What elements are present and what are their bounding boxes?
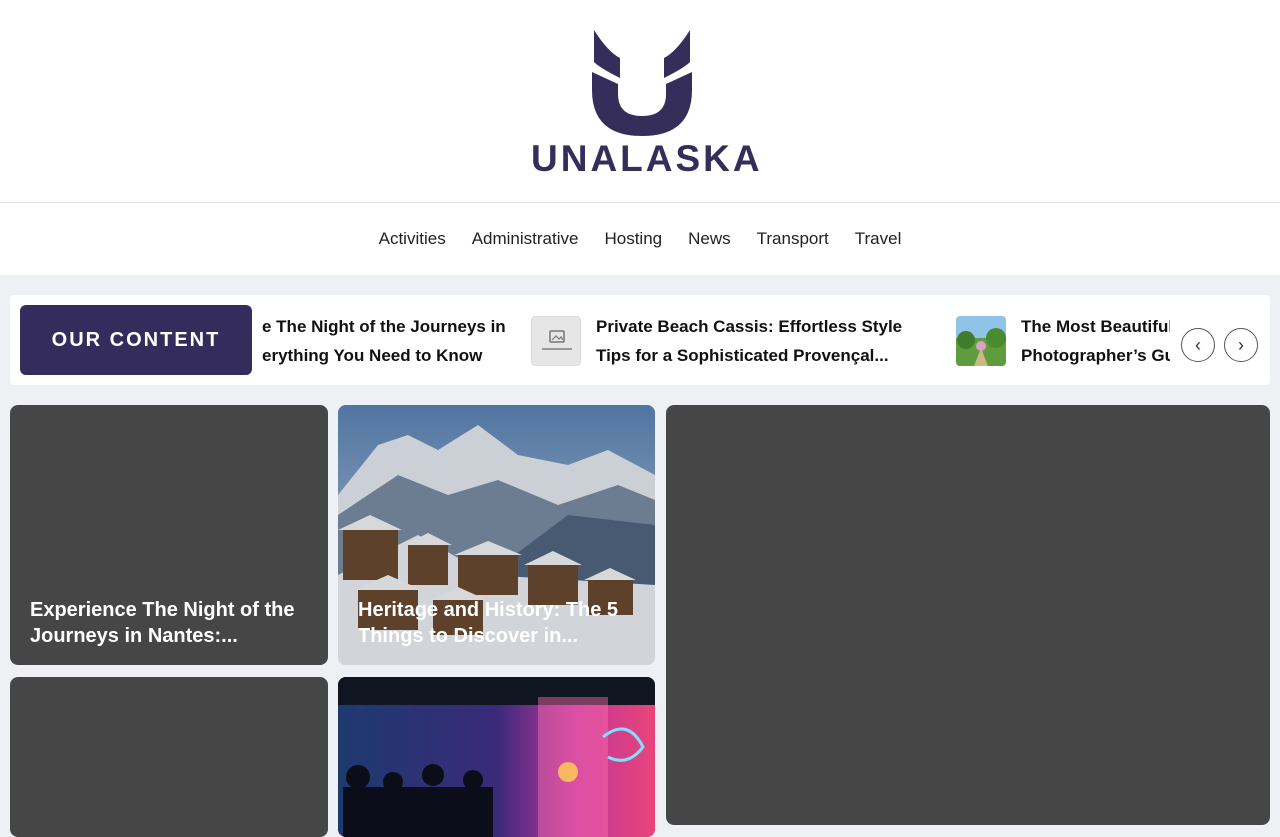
content-ticker: OUR CONTENT e The Night of the Journeys … xyxy=(10,295,1270,385)
article-card[interactable] xyxy=(338,677,655,837)
ticker-thumbnail[interactable] xyxy=(956,316,1006,366)
ticker-item-title[interactable]: Private Beach Cassis: Effortless Style T… xyxy=(596,312,916,370)
nav-item-news[interactable]: News xyxy=(688,229,731,249)
article-card-title[interactable]: Experience The Night of the Journeys in … xyxy=(30,597,308,649)
ticker-thumbnail[interactable] xyxy=(531,316,581,366)
logo-text: UNALASKA xyxy=(531,138,763,179)
article-card-title[interactable]: Heritage and History: The 5 Things to Di… xyxy=(358,597,635,649)
chevron-right-icon: › xyxy=(1238,334,1244,355)
ticker-item-title[interactable]: The Most Beautiful Photographer’s Gu xyxy=(1021,312,1170,370)
chevron-left-icon: ‹ xyxy=(1195,334,1201,355)
image-placeholder-icon xyxy=(542,330,572,350)
ticker-item[interactable]: The Most Beautiful Photographer’s Gu xyxy=(956,311,1170,371)
main-nav: Activities Administrative Hosting News T… xyxy=(0,203,1280,275)
ticker-track: e The Night of the Journeys in erything … xyxy=(252,295,1170,385)
site-logo[interactable]: UNALASKA xyxy=(531,28,763,179)
nav-item-travel[interactable]: Travel xyxy=(855,229,902,249)
our-content-badge: OUR CONTENT xyxy=(20,305,252,375)
site-header: UNALASKA xyxy=(0,0,1280,203)
nav-item-hosting[interactable]: Hosting xyxy=(604,229,662,249)
article-card[interactable]: Heritage and History: The 5 Things to Di… xyxy=(338,405,655,665)
garden-photo-icon xyxy=(956,316,1006,366)
ticker-next-button[interactable]: › xyxy=(1224,328,1258,362)
ticker-item-title[interactable]: e The Night of the Journeys in erything … xyxy=(262,312,522,370)
nav-item-activities[interactable]: Activities xyxy=(379,229,446,249)
logo-mark-icon xyxy=(592,30,692,136)
ticker-item[interactable]: Private Beach Cassis: Effortless Style T… xyxy=(531,311,916,371)
article-card[interactable] xyxy=(10,677,328,837)
ticker-item[interactable]: e The Night of the Journeys in erything … xyxy=(262,311,522,371)
ticker-prev-button[interactable]: ‹ xyxy=(1181,328,1215,362)
article-card[interactable]: Experience The Night of the Journeys in … xyxy=(10,405,328,665)
nav-item-administrative[interactable]: Administrative xyxy=(472,229,579,249)
nav-item-transport[interactable]: Transport xyxy=(757,229,829,249)
neon-exhibit-image xyxy=(338,677,655,837)
featured-article-card[interactable] xyxy=(666,405,1270,825)
